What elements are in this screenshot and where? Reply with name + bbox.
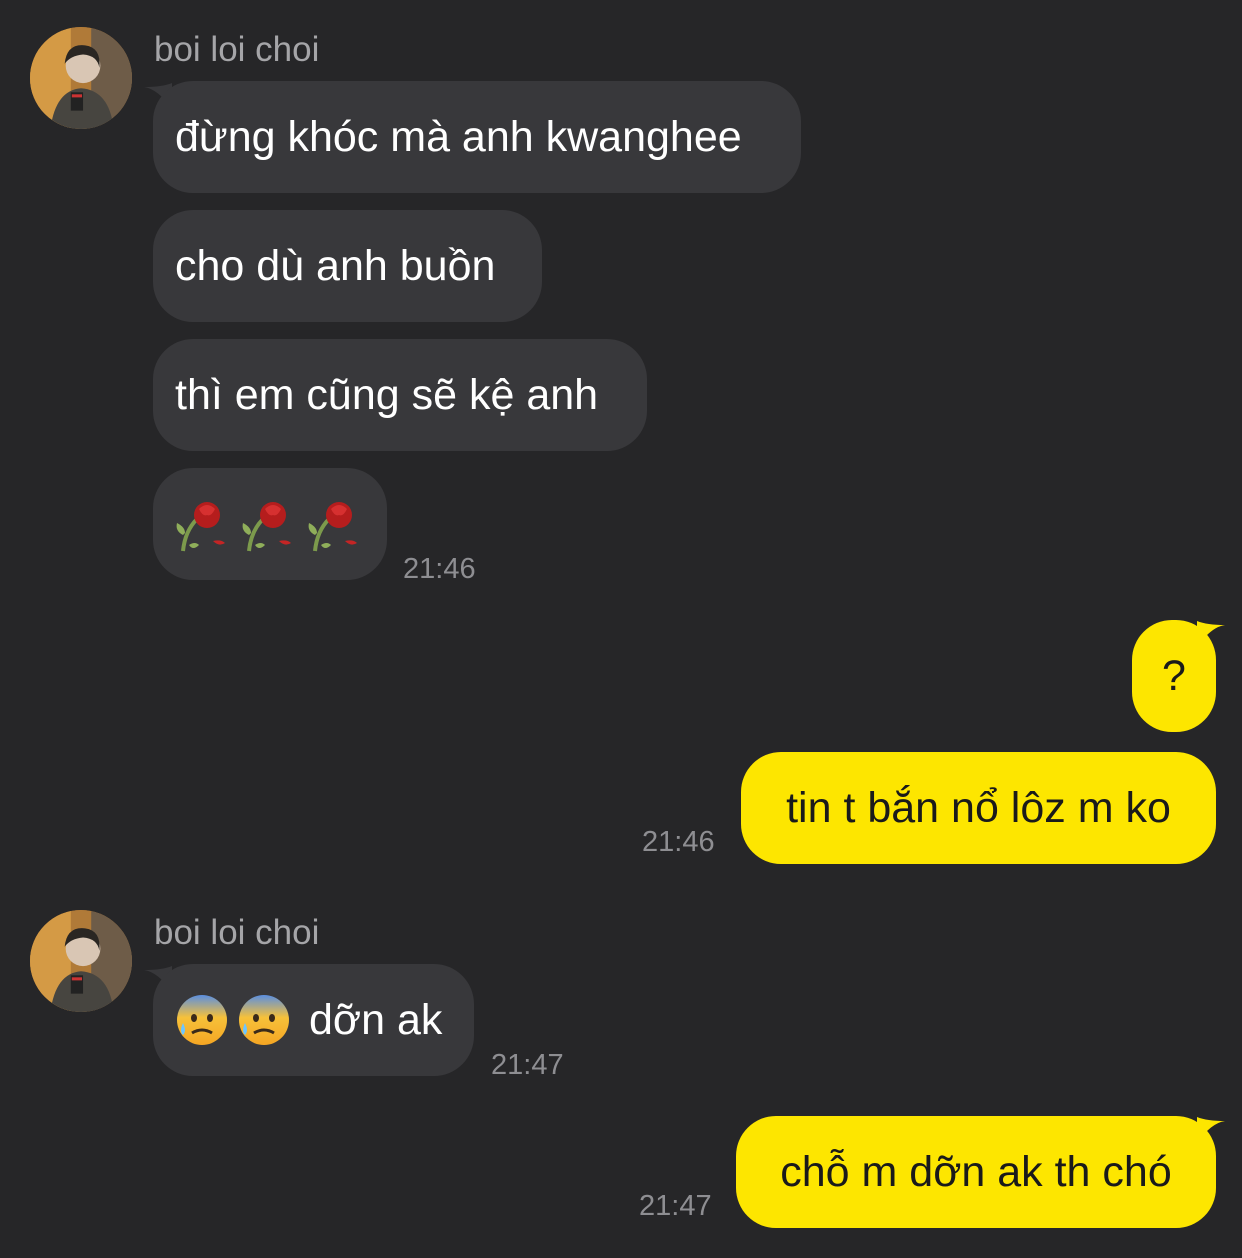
wilted-rose-icon (242, 502, 291, 552)
message-timestamp: 21:46 (403, 553, 476, 585)
message-text: thì em cũng sẽ kệ anh (175, 371, 599, 419)
message-text: ? (1162, 652, 1186, 700)
avatar-photo (30, 27, 132, 129)
emoji-message-bubble[interactable] (153, 468, 387, 580)
wilted-rose-icon (308, 502, 357, 552)
sender-name: boi loi choi (154, 30, 320, 69)
message-timestamp: 21:47 (639, 1190, 712, 1222)
message-bubble[interactable]: cho dù anh buồn (153, 210, 542, 322)
emoji-row: dỡn ak (175, 964, 442, 1076)
message-text: đừng khóc mà anh kwanghee (175, 113, 742, 161)
message-bubble[interactable]: đừng khóc mà anh kwanghee (153, 81, 801, 193)
anxious-face-sweat-icon (239, 995, 289, 1045)
message-bubble[interactable]: dỡn ak (153, 964, 474, 1076)
message-bubble[interactable]: ? (1132, 620, 1216, 732)
avatar[interactable] (30, 27, 132, 129)
message-bubble[interactable]: tin t bắn nổ lôz m ko (741, 752, 1216, 864)
anxious-face-sweat-icon (177, 995, 227, 1045)
emoji-row (173, 468, 363, 580)
avatar-photo (30, 910, 132, 1012)
message-text: tin t bắn nổ lôz m ko (786, 784, 1171, 832)
message-timestamp: 21:47 (491, 1049, 564, 1081)
message-timestamp: 21:46 (642, 826, 715, 858)
message-text: dỡn ak (309, 996, 443, 1044)
message-text: cho dù anh buồn (175, 242, 496, 290)
sender-name: boi loi choi (154, 913, 320, 952)
message-bubble[interactable]: thì em cũng sẽ kệ anh (153, 339, 647, 451)
message-bubble[interactable]: chỗ m dỡn ak th chó (736, 1116, 1216, 1228)
avatar[interactable] (30, 910, 132, 1012)
wilted-rose-icon (176, 502, 225, 552)
message-text: chỗ m dỡn ak th chó (780, 1148, 1172, 1196)
